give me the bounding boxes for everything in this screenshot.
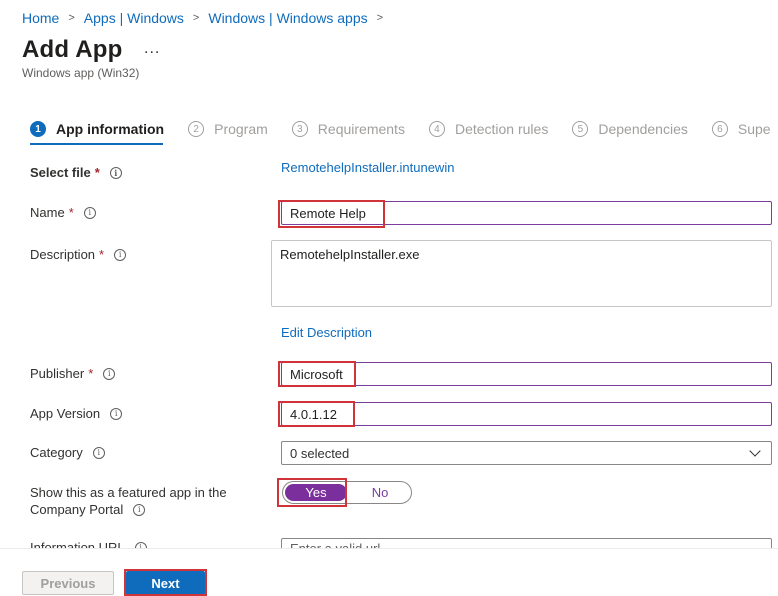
step-number-icon: 4 [428, 121, 445, 137]
publisher-label: Publisher * i [30, 366, 116, 381]
wizard-tabs: 1 App information 2 Program 3 Requiremen… [30, 118, 778, 144]
tab-label: Program [214, 121, 268, 137]
required-marker: * [94, 165, 100, 180]
tab-label: Detection rules [454, 121, 549, 137]
tab-program[interactable]: 2 Program [188, 118, 268, 140]
category-label: Category i [30, 445, 105, 460]
page-subtitle: Windows app (Win32) [22, 66, 140, 80]
edit-description-link[interactable]: Edit Description [281, 325, 372, 340]
featured-app-label: Show this as a featured app in the Compa… [30, 485, 227, 517]
info-icon[interactable]: i [133, 503, 146, 516]
info-icon[interactable]: i [103, 367, 116, 380]
step-number-icon: 1 [30, 121, 46, 137]
info-icon[interactable]: i [114, 248, 127, 261]
featured-app-toggle[interactable]: Yes No [282, 481, 412, 504]
publisher-input[interactable]: Microsoft [281, 362, 772, 386]
breadcrumb: Home > Apps | Windows > Windows | Window… [22, 9, 392, 27]
required-marker: * [99, 247, 105, 262]
step-number-icon: 6 [711, 121, 728, 137]
description-textarea[interactable]: RemotehelpInstaller.exe [271, 240, 772, 307]
toggle-yes[interactable]: Yes [285, 484, 347, 501]
name-label: Name * i [30, 205, 96, 220]
tab-label: App information [56, 121, 165, 137]
next-button[interactable]: Next [126, 571, 205, 595]
info-icon[interactable]: i [109, 166, 122, 179]
breadcrumb-apps-windows[interactable]: Apps | Windows [84, 10, 184, 26]
more-options-icon[interactable]: ... [144, 40, 160, 58]
tab-label: Supe [737, 121, 771, 137]
step-number-icon: 5 [572, 121, 589, 137]
tab-app-information[interactable]: 1 App information [30, 118, 164, 140]
chevron-down-icon [749, 445, 761, 457]
toggle-no[interactable]: No [349, 482, 411, 503]
category-value: 0 selected [290, 445, 350, 461]
tab-detection-rules[interactable]: 4 Detection rules [428, 118, 549, 140]
description-label: Description * i [30, 247, 127, 262]
tab-dependencies[interactable]: 5 Dependencies [572, 118, 688, 140]
tab-requirements[interactable]: 3 Requirements [291, 118, 405, 140]
page-title: Add App [22, 36, 123, 63]
chevron-right-icon: > [376, 12, 384, 24]
tab-supersedence[interactable]: 6 Supe [711, 118, 771, 140]
previous-button[interactable]: Previous [22, 571, 114, 595]
category-dropdown[interactable]: 0 selected [281, 441, 772, 465]
tab-label: Dependencies [598, 121, 688, 137]
info-icon[interactable]: i [92, 446, 105, 459]
active-tab-indicator [30, 143, 163, 145]
name-input[interactable]: Remote Help [281, 201, 772, 225]
app-version-label: App Version i [30, 406, 123, 421]
step-number-icon: 3 [291, 121, 308, 137]
chevron-right-icon: > [68, 12, 75, 24]
footer-bar [0, 548, 778, 596]
select-file-label: Select file * i [30, 165, 122, 180]
breadcrumb-home[interactable]: Home [22, 10, 59, 26]
required-marker: * [88, 366, 94, 381]
app-version-input[interactable]: 4.0.1.12 [281, 402, 772, 426]
tab-label: Requirements [317, 121, 405, 137]
info-icon[interactable]: i [83, 206, 96, 219]
required-marker: * [68, 205, 74, 220]
info-icon[interactable]: i [110, 407, 123, 420]
breadcrumb-windows-apps[interactable]: Windows | Windows apps [208, 10, 367, 26]
chevron-right-icon: > [192, 12, 200, 24]
step-number-icon: 2 [188, 121, 205, 137]
select-file-link[interactable]: RemotehelpInstaller.intunewin [281, 160, 454, 175]
